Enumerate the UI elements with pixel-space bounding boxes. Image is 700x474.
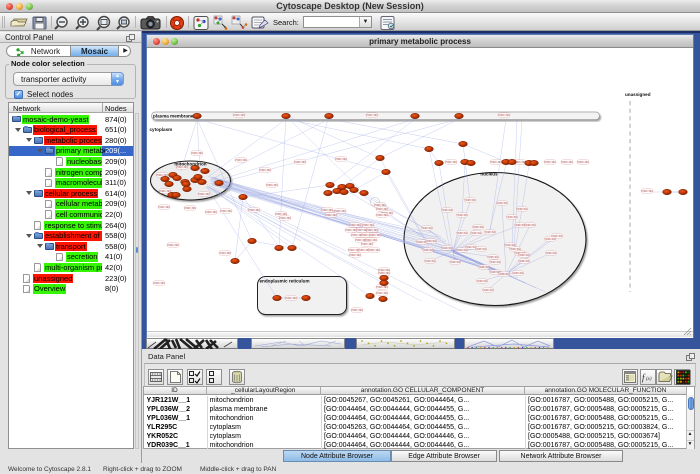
- svg-text:YDR0 39C: YDR0 39C: [525, 225, 536, 227]
- svg-text:YDR0 39C: YDR0 39C: [483, 290, 494, 292]
- svg-text:YDR0 39C: YDR0 39C: [198, 193, 210, 196]
- svg-text:YDR0 39C: YDR0 39C: [426, 241, 437, 243]
- svg-text:YDR0 39C: YDR0 39C: [349, 254, 361, 257]
- svg-text:YDR0 39C: YDR0 39C: [498, 114, 510, 117]
- svg-text:YDR0 39C: YDR0 39C: [294, 161, 306, 164]
- svg-text:YDR0 39C: YDR0 39C: [422, 228, 433, 230]
- svg-text:YDR0 39C: YDR0 39C: [335, 158, 347, 161]
- svg-text:YDR0 39C: YDR0 39C: [325, 214, 337, 217]
- svg-text:YDR0 39C: YDR0 39C: [365, 239, 377, 242]
- svg-text:mitochondrion: mitochondrion: [174, 162, 206, 167]
- svg-text:YDR0 39C: YDR0 39C: [457, 233, 468, 235]
- svg-text:nucleus: nucleus: [480, 172, 498, 177]
- svg-text:unassigned: unassigned: [625, 92, 651, 97]
- svg-text:YDR0 39C: YDR0 39C: [376, 286, 388, 289]
- svg-text:YDR0 39C: YDR0 39C: [490, 262, 501, 264]
- svg-text:(x): (x): [646, 377, 652, 382]
- svg-text:YDR0 39C: YDR0 39C: [378, 272, 390, 275]
- svg-text:YDR0 39C: YDR0 39C: [153, 282, 165, 285]
- svg-text:YDR0 39C: YDR0 39C: [423, 250, 434, 252]
- svg-text:YDR0 39C: YDR0 39C: [457, 215, 468, 217]
- svg-text:YDR0 39C: YDR0 39C: [442, 248, 453, 250]
- svg-text:YDR0 39C: YDR0 39C: [376, 214, 388, 217]
- svg-text:YDR0 39C: YDR0 39C: [465, 200, 476, 202]
- svg-text:endoplasmic reticulum: endoplasmic reticulum: [260, 279, 310, 284]
- svg-text:YDR0 39C: YDR0 39C: [505, 245, 516, 247]
- svg-text:YDR0 39C: YDR0 39C: [235, 159, 247, 162]
- svg-text:YDR0 39C: YDR0 39C: [513, 273, 524, 275]
- svg-text:YDR0 39C: YDR0 39C: [167, 244, 179, 247]
- svg-text:YDR0 39C: YDR0 39C: [334, 210, 346, 213]
- svg-text:YDR0 39C: YDR0 39C: [517, 209, 528, 211]
- svg-text:YDR0 39C: YDR0 39C: [442, 210, 453, 212]
- svg-text:YDR0 39C: YDR0 39C: [266, 184, 278, 187]
- svg-text:YDR0 39C: YDR0 39C: [361, 243, 373, 246]
- svg-text:YDR0 39C: YDR0 39C: [641, 190, 653, 193]
- svg-text:YDR0 39C: YDR0 39C: [519, 255, 530, 257]
- svg-text:YDR0 39C: YDR0 39C: [546, 253, 557, 255]
- svg-text:YDR0 39C: YDR0 39C: [577, 161, 589, 164]
- svg-text:YDR0 39C: YDR0 39C: [376, 208, 388, 211]
- svg-text:YDR0 39C: YDR0 39C: [369, 234, 381, 237]
- svg-text:YDR0 39C: YDR0 39C: [471, 233, 482, 235]
- svg-text:YDR0 39C: YDR0 39C: [476, 249, 487, 251]
- svg-text:YDR0 39C: YDR0 39C: [275, 213, 287, 216]
- svg-text:YDR0 39C: YDR0 39C: [499, 274, 510, 276]
- svg-text:YDR0 39C: YDR0 39C: [259, 169, 271, 172]
- svg-text:YDR0 39C: YDR0 39C: [497, 203, 508, 205]
- svg-text:YDR0 39C: YDR0 39C: [351, 309, 363, 312]
- svg-text:YDR0 39C: YDR0 39C: [477, 281, 488, 283]
- svg-text:YDR0 39C: YDR0 39C: [158, 206, 170, 209]
- svg-text:YDR0 39C: YDR0 39C: [349, 224, 361, 227]
- svg-text:YDR0 39C: YDR0 39C: [279, 217, 291, 220]
- svg-text:YDR0 39C: YDR0 39C: [205, 211, 217, 214]
- svg-text:YDR0 39C: YDR0 39C: [507, 217, 518, 219]
- svg-text:YDR0 39C: YDR0 39C: [219, 252, 231, 255]
- svg-text:YDR0 39C: YDR0 39C: [473, 227, 484, 229]
- svg-text:YDR0 39C: YDR0 39C: [366, 114, 378, 117]
- svg-text:YDR0 39C: YDR0 39C: [490, 161, 502, 164]
- svg-text:YDR0 39C: YDR0 39C: [362, 224, 374, 227]
- svg-text:YDR0 39C: YDR0 39C: [366, 229, 378, 232]
- svg-text:YDR0 39C: YDR0 39C: [479, 267, 490, 269]
- svg-text:YDR0 39C: YDR0 39C: [544, 161, 556, 164]
- svg-text:YDR0 39C: YDR0 39C: [457, 250, 468, 252]
- svg-text:YDR0 39C: YDR0 39C: [425, 261, 436, 263]
- svg-text:plasma membrane: plasma membrane: [153, 114, 194, 119]
- svg-text:YDR0 39C: YDR0 39C: [233, 114, 245, 117]
- svg-text:YDR0 39C: YDR0 39C: [561, 161, 573, 164]
- svg-text:YDR0 39C: YDR0 39C: [184, 207, 196, 210]
- svg-text:YDR0 39C: YDR0 39C: [545, 239, 556, 241]
- svg-text:YDR0 39C: YDR0 39C: [220, 210, 232, 213]
- svg-text:YDR0 39C: YDR0 39C: [510, 249, 521, 251]
- svg-text:YDR0 39C: YDR0 39C: [248, 209, 260, 212]
- svg-text:YDR0 39C: YDR0 39C: [374, 204, 386, 207]
- svg-text:YDR0 39C: YDR0 39C: [445, 161, 457, 164]
- svg-text:YDR0 39C: YDR0 39C: [376, 292, 388, 295]
- svg-text:YDR0 39C: YDR0 39C: [450, 262, 461, 264]
- svg-text:YDR0 39C: YDR0 39C: [285, 297, 297, 300]
- svg-text:YDR0 39C: YDR0 39C: [488, 257, 499, 259]
- svg-text:YDR0 39C: YDR0 39C: [321, 209, 333, 212]
- svg-text:YDR0 39C: YDR0 39C: [191, 152, 203, 155]
- svg-text:YDR0 39C: YDR0 39C: [519, 261, 530, 263]
- svg-text:YDR0 39C: YDR0 39C: [368, 249, 380, 252]
- svg-text:cytoplasm: cytoplasm: [150, 127, 173, 132]
- svg-text:YDR0 39C: YDR0 39C: [485, 232, 496, 234]
